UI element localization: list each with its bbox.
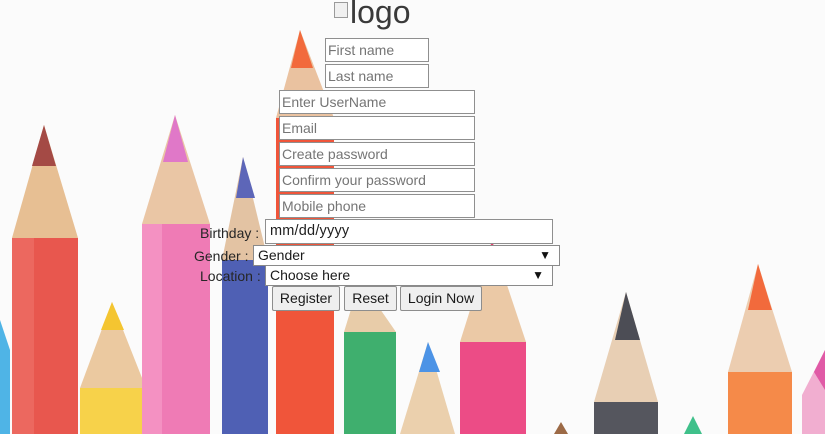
mobile-phone-input[interactable] xyxy=(279,194,475,218)
chevron-down-icon: ▼ xyxy=(532,268,544,282)
broken-image-icon xyxy=(334,2,348,18)
first-name-input[interactable] xyxy=(325,38,429,62)
gender-selected-value: Gender xyxy=(258,247,305,263)
reset-button[interactable]: Reset xyxy=(344,286,397,311)
location-selected-value: Choose here xyxy=(270,267,351,283)
confirm-password-input[interactable] xyxy=(279,168,475,192)
gender-select[interactable]: Gender ▼ xyxy=(253,245,560,266)
last-name-input[interactable] xyxy=(325,64,429,88)
birthday-label: Birthday : xyxy=(200,225,260,241)
birthday-date-input[interactable]: mm/dd/yyyy xyxy=(265,219,553,244)
register-button[interactable]: Register xyxy=(272,286,340,311)
login-now-button[interactable]: Login Now xyxy=(400,286,482,311)
logo-image: logo xyxy=(334,0,411,30)
location-select[interactable]: Choose here ▼ xyxy=(265,265,553,286)
logo-alt-text: logo xyxy=(350,0,411,30)
create-password-input[interactable] xyxy=(279,142,475,166)
birthday-value: mm/dd/yyyy xyxy=(270,223,350,239)
location-label: Location : xyxy=(200,268,261,284)
username-input[interactable] xyxy=(279,90,475,114)
email-input[interactable] xyxy=(279,116,475,140)
gender-label: Gender : xyxy=(194,248,249,264)
chevron-down-icon: ▼ xyxy=(539,248,551,262)
